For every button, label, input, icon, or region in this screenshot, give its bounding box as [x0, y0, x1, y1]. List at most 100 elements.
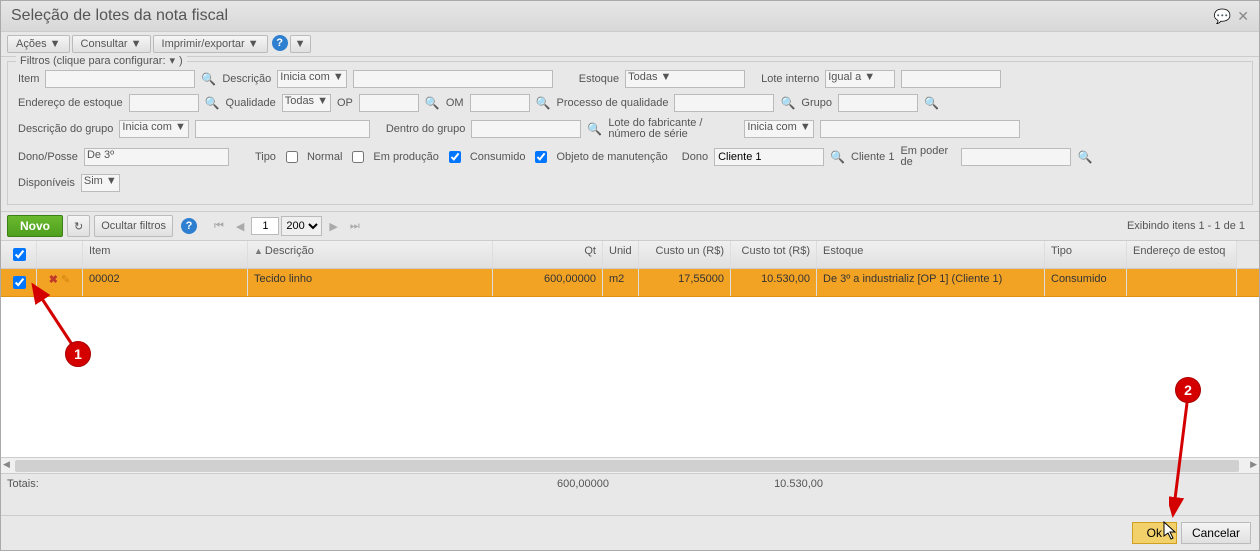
lote-fab-input[interactable] [820, 120, 1020, 138]
disponiveis-label: Disponíveis [18, 177, 75, 189]
grid: Item ▲Descrição Qt Unid Custo un (R$) Cu… [1, 241, 1259, 494]
op-label: OP [337, 97, 353, 109]
col-unid[interactable]: Unid [603, 241, 639, 268]
dono-posse-select[interactable]: De 3º [84, 148, 229, 166]
dentro-grupo-label: Dentro do grupo [386, 123, 466, 135]
menu-acoes[interactable]: Ações ▼ [7, 35, 70, 53]
grupo-search-icon[interactable]: 🔍 [924, 96, 939, 110]
lote-fab-label: Lote do fabricante / número de série [608, 118, 738, 140]
dono-input[interactable] [714, 148, 824, 166]
refresh-button[interactable]: ↻ [67, 215, 90, 237]
totals-qt: 600,00000 [499, 478, 609, 490]
col-qt[interactable]: Qt [493, 241, 603, 268]
estoque-select[interactable]: Todas ▼ [625, 70, 745, 88]
chk-objeto[interactable] [535, 151, 547, 163]
chk-normal[interactable] [286, 151, 298, 163]
om-search-icon[interactable]: 🔍 [536, 96, 551, 110]
row-checkbox[interactable] [13, 276, 26, 289]
pager-page-input[interactable] [251, 217, 279, 235]
dono-display: Cliente 1 [851, 151, 894, 163]
chk-consumido-label: Consumido [470, 151, 526, 163]
cell-endereco [1127, 269, 1237, 296]
item-label: Item [18, 73, 39, 85]
pager-prev-icon[interactable]: ◀ [231, 218, 249, 235]
endereco-search-icon[interactable]: 🔍 [205, 96, 220, 110]
chat-icon[interactable]: 💬 [1214, 8, 1231, 25]
dentro-grupo-search-icon[interactable]: 🔍 [587, 122, 602, 136]
header-checkbox[interactable] [13, 248, 26, 261]
chk-consumido[interactable] [449, 151, 461, 163]
em-poder-input[interactable] [961, 148, 1071, 166]
col-estoque[interactable]: Estoque [817, 241, 1045, 268]
cancel-button[interactable]: Cancelar [1181, 522, 1251, 544]
filters-legend[interactable]: Filtros (clique para configurar: ▾) [16, 54, 187, 67]
desc-grupo-op[interactable]: Inicia com ▼ [119, 120, 188, 138]
dono-search-icon[interactable]: 🔍 [830, 150, 845, 164]
pager-next-icon[interactable]: ▶ [324, 218, 342, 235]
em-poder-search-icon[interactable]: 🔍 [1077, 150, 1092, 164]
col-custo-un[interactable]: Custo un (R$) [639, 241, 731, 268]
lote-fab-op[interactable]: Inicia com ▼ [744, 120, 813, 138]
grid-help-icon[interactable]: ? [181, 218, 197, 234]
processo-search-icon[interactable]: 🔍 [780, 96, 795, 110]
descricao-op-select[interactable]: Inicia com ▼ [277, 70, 346, 88]
estoque-label: Estoque [579, 73, 619, 85]
filter-config-icon[interactable]: ▾ [170, 54, 176, 67]
table-row[interactable]: ✖ ✎ 00002 Tecido linho 600,00000 m2 17,5… [1, 269, 1259, 297]
grupo-input[interactable] [838, 94, 918, 112]
menubar: Ações ▼ Consultar ▼ Imprimir/exportar ▼ … [1, 32, 1259, 57]
pager-last-icon[interactable]: ⏭ [345, 218, 365, 235]
pager-first-icon[interactable]: ⏮ [209, 218, 229, 235]
op-input[interactable] [359, 94, 419, 112]
qualidade-select[interactable]: Todas ▼ [282, 94, 331, 112]
totals-label: Totais: [7, 478, 89, 490]
dono-posse-label: Dono/Posse [18, 151, 78, 163]
col-endereco[interactable]: Endereço de estoq [1127, 241, 1237, 268]
menu-consultar[interactable]: Consultar ▼ [72, 35, 151, 53]
chk-producao-label: Em produção [373, 151, 438, 163]
descricao-input[interactable] [353, 70, 553, 88]
close-icon[interactable]: ✕ [1237, 8, 1249, 25]
filters-panel: Filtros (clique para configurar: ▾) Item… [7, 61, 1253, 205]
cell-item: 00002 [83, 269, 248, 296]
cell-tipo: Consumido [1045, 269, 1127, 296]
novo-button[interactable]: Novo [7, 215, 63, 237]
lote-interno-input[interactable] [901, 70, 1001, 88]
cell-unid: m2 [603, 269, 639, 296]
titlebar: Seleção de lotes da nota fiscal 💬 ✕ [1, 1, 1259, 32]
disponiveis-select[interactable]: Sim ▼ [81, 174, 120, 192]
help-icon[interactable]: ? [272, 35, 288, 51]
dono-label: Dono [682, 151, 708, 163]
col-custo-tot[interactable]: Custo tot (R$) [731, 241, 817, 268]
endereco-label: Endereço de estoque [18, 97, 123, 109]
item-search-icon[interactable]: 🔍 [201, 72, 216, 86]
col-descricao[interactable]: ▲Descrição [248, 241, 493, 268]
om-input[interactable] [470, 94, 530, 112]
chk-producao[interactable] [352, 151, 364, 163]
chk-objeto-label: Objeto de manutenção [556, 151, 667, 163]
annotation-badge-1: 1 [65, 341, 91, 367]
menu-imprimir[interactable]: Imprimir/exportar ▼ [153, 35, 268, 53]
cell-custo-un: 17,55000 [639, 269, 731, 296]
pager: ⏮ ◀ 200 ▶ ⏭ [209, 216, 365, 236]
op-search-icon[interactable]: 🔍 [425, 96, 440, 110]
cell-descricao: Tecido linho [248, 269, 493, 296]
col-tipo[interactable]: Tipo [1045, 241, 1127, 268]
annotation-arrow-2 [1169, 399, 1209, 519]
dentro-grupo-input[interactable] [471, 120, 581, 138]
dialog-footer: Ok Cancelar [1, 515, 1259, 550]
desc-grupo-input[interactable] [195, 120, 370, 138]
lote-interno-op[interactable]: Igual a ▼ [825, 70, 895, 88]
col-item[interactable]: Item [83, 241, 248, 268]
processo-input[interactable] [674, 94, 774, 112]
ocultar-filtros-button[interactable]: Ocultar filtros [94, 215, 173, 237]
grid-toolbar: Novo ↻ Ocultar filtros ? ⏮ ◀ 200 ▶ ⏭ Exi… [1, 211, 1259, 241]
item-input[interactable] [45, 70, 195, 88]
menu-extra[interactable]: ▼ [290, 35, 311, 53]
processo-label: Processo de qualidade [557, 97, 669, 109]
annotation-badge-2: 2 [1175, 377, 1201, 403]
horizontal-scrollbar[interactable] [1, 457, 1259, 473]
cell-estoque: De 3º a industrializ [OP 1] (Cliente 1) [817, 269, 1045, 296]
pager-size-select[interactable]: 200 [281, 216, 322, 236]
endereco-input[interactable] [129, 94, 199, 112]
